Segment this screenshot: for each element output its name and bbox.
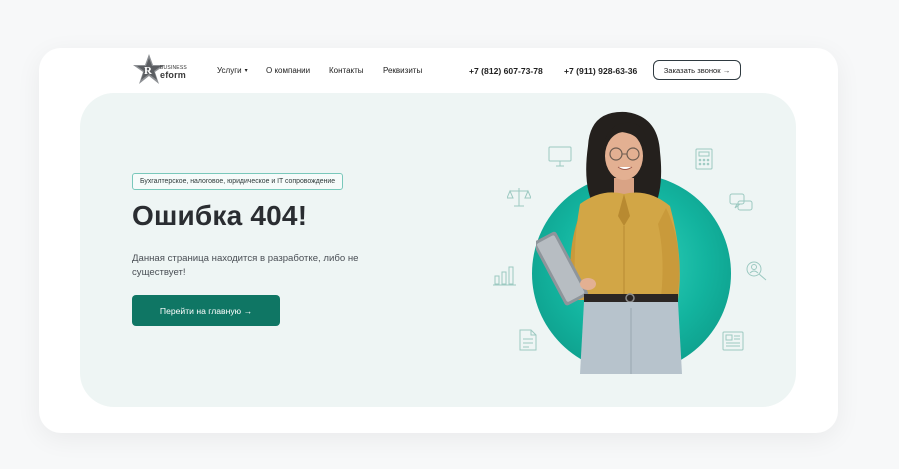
nav-about[interactable]: О компании [266, 66, 310, 75]
scales-icon [507, 186, 531, 208]
nav-services-label: Услуги [217, 66, 242, 75]
logo-bottom-text: eform [160, 70, 187, 80]
go-home-button[interactable]: Перейти на главную → [132, 295, 280, 326]
callback-button[interactable]: Заказать звонок → [653, 60, 741, 80]
logo-text: BUSINESS eform [160, 66, 187, 80]
page-description: Данная страница находится в разработке, … [132, 253, 359, 278]
phone-link-2[interactable]: +7 (911) 928-63-36 [564, 66, 637, 76]
hero-person-image [533, 108, 716, 379]
page-title: Ошибка 404! [132, 200, 308, 231]
chat-icon [729, 193, 753, 215]
nav-contacts[interactable]: Контакты [329, 66, 364, 75]
chevron-down-icon: ▾ [244, 68, 248, 74]
service-tag: Бухгалтерское, налоговое, юридическое и … [132, 173, 344, 190]
search-person-icon [745, 260, 769, 282]
nav-requisites[interactable]: Реквизиты [383, 66, 422, 75]
nav-services[interactable]: Услуги ▾ [217, 66, 248, 75]
svg-text:R: R [144, 65, 153, 77]
phone-link-1[interactable]: +7 (812) 607-73-78 [469, 66, 543, 76]
newspaper-icon [722, 330, 744, 352]
bar-chart-icon [493, 264, 517, 286]
